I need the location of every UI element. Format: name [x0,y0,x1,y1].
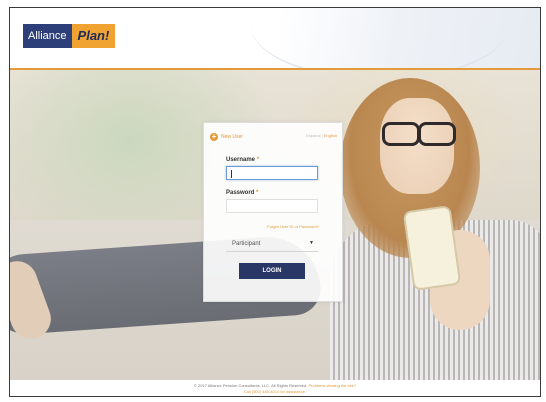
site-header: Alliance Plan! [10,8,540,68]
login-card: + New User Espanol | English Username * … [203,122,343,302]
role-select[interactable]: Participant ▼ [226,238,318,252]
plus-icon: + [210,132,218,141]
browser-frame: Alliance Plan! + New User Espanol | Engl… [9,7,541,397]
username-label: Username * [226,157,259,163]
login-button[interactable]: LOGIN [239,263,305,279]
logo-text-alliance: Alliance [23,24,72,48]
footer-problems-link[interactable]: Problems viewing the site? [309,383,357,388]
header-decoration [280,8,540,68]
required-mark: * [256,157,260,163]
hero-glasses [378,122,456,146]
hero-face [380,98,454,194]
password-label: Password * [226,190,258,196]
language-option-english[interactable]: English [324,133,337,138]
alliance-plan-logo[interactable]: Alliance Plan! [23,24,116,48]
logo-text-plan: Plan! [71,24,116,48]
password-input[interactable] [226,199,318,213]
language-switcher: Espanol | English [306,133,337,138]
role-select-value: Participant [232,241,261,247]
chevron-down-icon: ▼ [309,240,314,246]
required-mark: * [256,190,259,196]
username-input[interactable] [226,166,318,180]
footer-call: Call (800) 480-4014 for assistance. [243,389,307,394]
site-footer: © 2017 Alliance Pension Consultants, LLC… [10,380,540,396]
language-option-espanol[interactable]: Espanol [306,133,320,138]
footer-copyright: © 2017 Alliance Pension Consultants, LLC… [193,383,308,388]
forgot-password-link[interactable]: Forgot User ID or Password? [267,224,319,229]
new-user-label: New User [221,134,243,140]
text-caret [231,170,232,178]
hero-background: + New User Espanol | English Username * … [10,68,540,382]
password-label-text: Password [226,190,255,196]
language-separator: | [321,133,323,138]
username-label-text: Username [226,157,256,163]
new-user-link[interactable]: + New User [210,133,243,141]
